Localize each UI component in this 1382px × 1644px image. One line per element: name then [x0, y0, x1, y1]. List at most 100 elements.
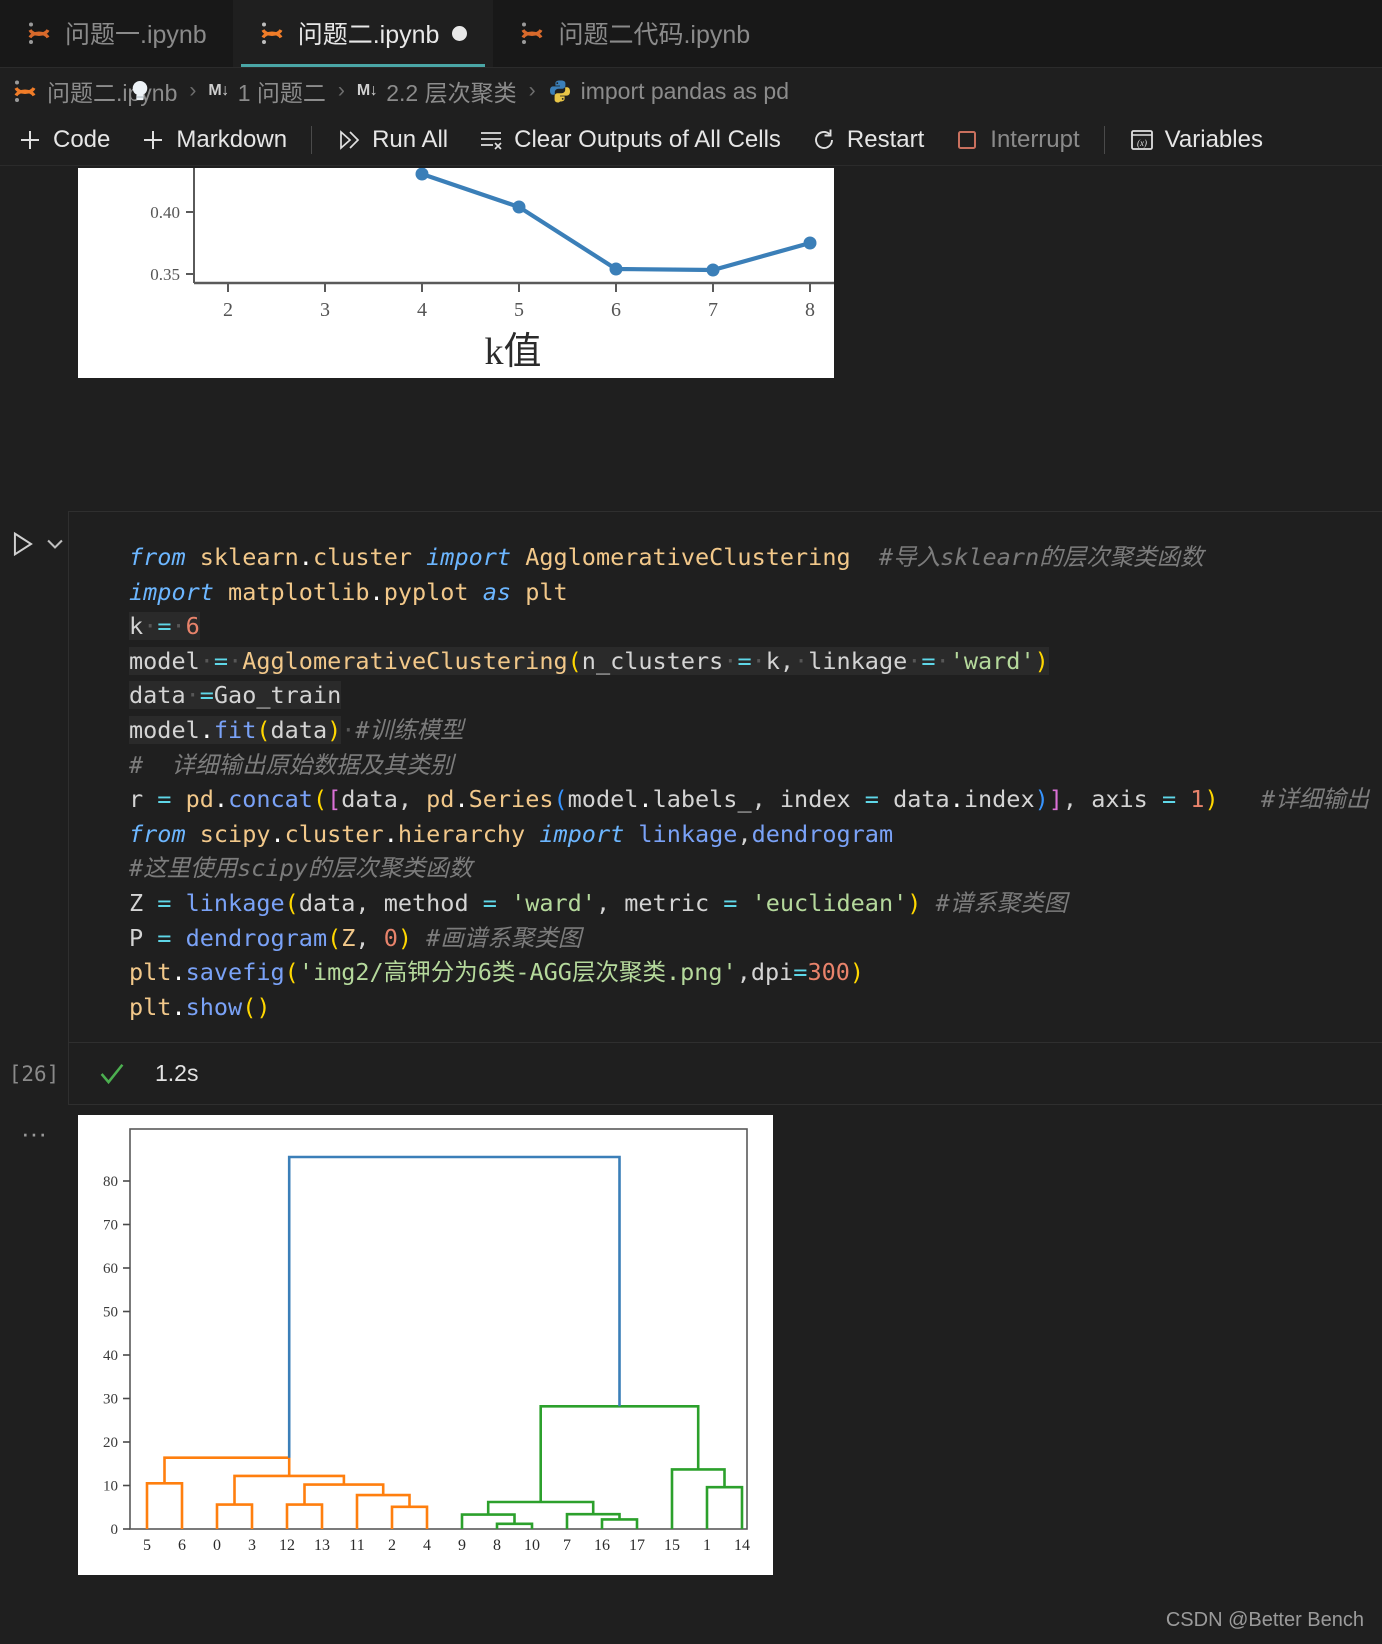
tab-wenti-er-daima[interactable]: 问题二代码.ipynb [493, 0, 776, 67]
add-code-cell-button[interactable]: Code [2, 118, 125, 162]
tab-label: 问题二代码.ipynb [558, 21, 751, 49]
leaf-label: 14 [734, 1537, 750, 1554]
leaf-label: 16 [594, 1537, 610, 1554]
tab-bar: 问题一.ipynb 问题二.ipynb 问题二代码.ipynb [0, 0, 1382, 68]
chevron-down-icon[interactable] [42, 529, 68, 559]
run-all-label: Run All [372, 125, 449, 153]
run-all-button[interactable]: Run All [321, 118, 463, 162]
run-all-icon [340, 129, 360, 150]
run-cell-icon[interactable] [8, 529, 38, 559]
toolbar-divider [1103, 125, 1105, 154]
variables-label: Variables [1164, 125, 1263, 153]
leaf-label: 11 [349, 1537, 364, 1554]
tab-wenti-yi[interactable]: 问题一.ipynb [0, 0, 233, 67]
interrupt-icon [958, 130, 977, 149]
clear-outputs-button[interactable]: Clear Outputs of All Cells [463, 118, 796, 162]
ytick-60: 60 [103, 1261, 118, 1277]
code-content[interactable]: from sklearn.cluster import Agglomerativ… [129, 540, 1382, 1024]
ytick-0: 0 [111, 1522, 119, 1538]
ytick-10: 10 [103, 1479, 118, 1495]
xtick-7: 7 [708, 299, 718, 321]
restart-button[interactable]: Restart [796, 118, 939, 162]
plus-icon [144, 130, 163, 149]
jupyter-icon [519, 20, 545, 46]
output-more-actions-button[interactable]: ··· [0, 1105, 68, 1575]
breadcrumb-separator: › [189, 79, 197, 102]
execution-duration: 1.2s [155, 1060, 199, 1087]
elbow-chart-svg: 0.40 0.35 2 3 4 5 6 7 8 k值 [78, 168, 834, 378]
interrupt-button[interactable]: Interrupt [939, 118, 1094, 162]
success-check-icon [100, 1063, 124, 1084]
watermark: CSDN @Better Bench [1165, 1609, 1364, 1631]
tab-wenti-er[interactable]: 问题二.ipynb [232, 0, 494, 67]
unsaved-indicator-icon[interactable] [452, 25, 468, 41]
leaf-label: 13 [314, 1537, 330, 1554]
cell-status-bar: [26] 1.2s [0, 1043, 1382, 1106]
leaf-label: 6 [178, 1537, 186, 1554]
ytick-70: 70 [103, 1218, 118, 1234]
ytick-40: 40 [103, 1348, 118, 1364]
xtick-4: 4 [417, 299, 427, 321]
markdown-badge-icon: M↓ [356, 82, 378, 99]
breadcrumb-item-section1[interactable]: 1 问题二 [238, 74, 326, 108]
clear-outputs-icon [481, 131, 502, 150]
leaf-label: 1 [703, 1537, 711, 1554]
xtick-6: 6 [611, 299, 621, 321]
ytick-035: 0.35 [150, 265, 180, 284]
elbow-line-chart: 0.40 0.35 2 3 4 5 6 7 8 k值 [78, 168, 834, 378]
svg-text:(x): (x) [1137, 138, 1147, 148]
tab-label: 问题二.ipynb [297, 21, 440, 49]
elbow-xlabel: k值 [484, 331, 541, 373]
breadcrumb-separator: › [528, 79, 536, 102]
breadcrumb-item-cell[interactable]: import pandas as pd [581, 78, 789, 105]
interrupt-label: Interrupt [990, 125, 1080, 153]
xtick-2: 2 [223, 299, 233, 321]
leaf-label: 9 [458, 1537, 466, 1554]
notebook-toolbar: Code Markdown Run All Clear Outputs of A… [0, 114, 1382, 166]
cell-output: ··· 0 10 20 30 40 50 60 70 80 5 6 0 3 12… [0, 1105, 1382, 1576]
variables-button[interactable]: (x) Variables [1114, 118, 1278, 162]
code-cell: from sklearn.cluster import Agglomerativ… [0, 81, 1382, 1044]
leaf-label: 5 [143, 1537, 151, 1554]
xtick-8: 8 [805, 299, 815, 321]
markdown-badge-icon: M↓ [208, 82, 229, 99]
previous-cell-output: 0.40 0.35 2 3 4 5 6 7 8 k值 [0, 166, 1382, 416]
leaf-label: 0 [213, 1537, 221, 1554]
cell-gutter [0, 511, 68, 1043]
ytick-30: 30 [103, 1392, 118, 1408]
leaf-label: 8 [493, 1537, 501, 1554]
xtick-3: 3 [320, 299, 330, 321]
jupyter-icon [259, 20, 285, 46]
leaf-label: 15 [664, 1537, 680, 1554]
leaf-label: 10 [524, 1537, 540, 1554]
jupyter-icon [12, 78, 38, 104]
lightbulb-quickfix-icon[interactable] [130, 78, 150, 104]
execution-count: [26] [8, 1062, 60, 1087]
add-markdown-cell-button[interactable]: Markdown [125, 118, 302, 162]
tab-label: 问题一.ipynb [65, 21, 207, 49]
toolbar-divider [311, 125, 313, 154]
leaf-label: 12 [279, 1537, 295, 1554]
jupyter-icon [26, 20, 52, 46]
cell-spacer [0, 416, 1382, 511]
ytick-20: 20 [103, 1435, 118, 1451]
leaf-label: 4 [423, 1537, 431, 1554]
restart-label: Restart [846, 125, 925, 153]
breadcrumb-item-section22[interactable]: 2.2 层次聚类 [386, 74, 516, 108]
leaf-label: 7 [563, 1537, 571, 1554]
leaf-label: 3 [248, 1537, 256, 1554]
breadcrumb: 问题二.ipynb › M↓ 1 问题二 › M↓ 2.2 层次聚类 › imp… [0, 68, 1382, 114]
breadcrumb-item-file[interactable]: 问题二.ipynb [47, 74, 177, 108]
restart-icon [814, 129, 833, 149]
breadcrumb-separator: › [337, 79, 345, 102]
code-editor[interactable]: from sklearn.cluster import Agglomerativ… [68, 81, 1382, 1044]
leaf-label: 2 [388, 1537, 396, 1554]
variables-icon: (x) [1130, 129, 1153, 150]
xtick-5: 5 [514, 299, 524, 321]
plus-icon [21, 130, 39, 149]
dendrogram-chart: 0 10 20 30 40 50 60 70 80 5 6 0 3 12 13 … [78, 1115, 773, 1576]
python-icon [548, 79, 572, 103]
ytick-50: 50 [103, 1305, 118, 1321]
ytick-040: 0.40 [150, 203, 180, 222]
ytick-80: 80 [103, 1174, 118, 1190]
